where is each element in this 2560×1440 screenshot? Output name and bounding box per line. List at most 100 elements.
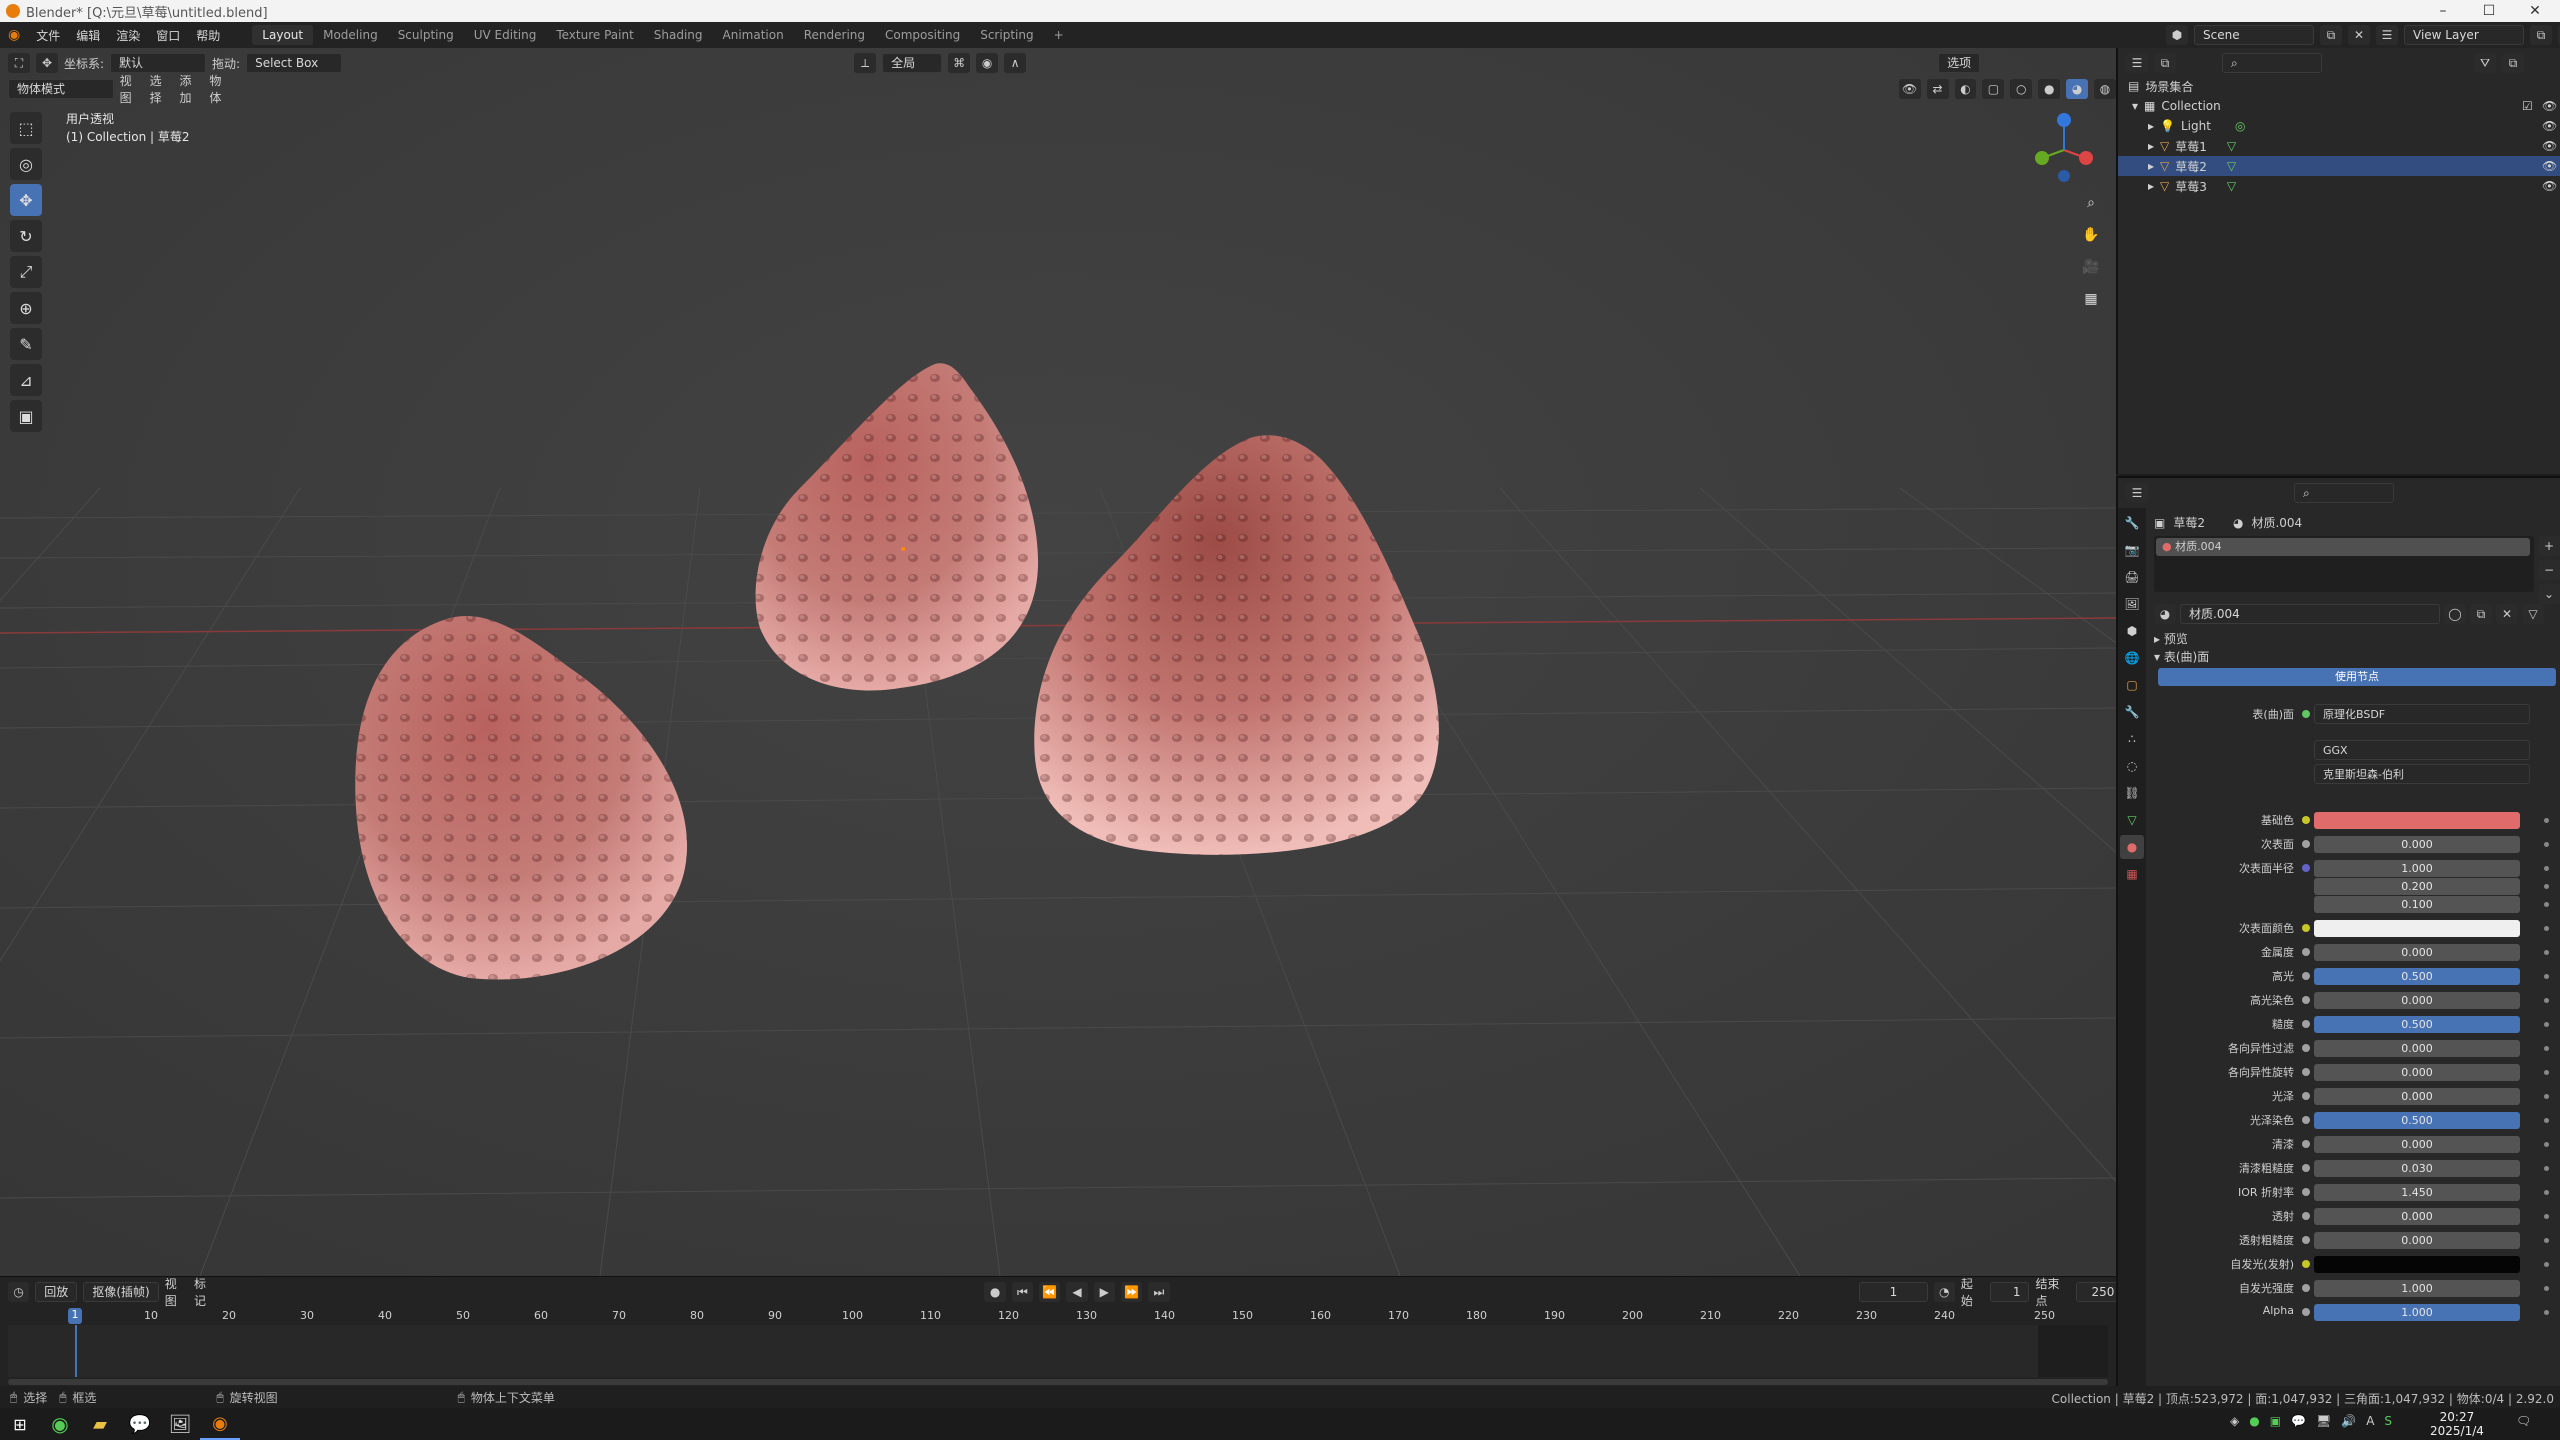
eye-icon[interactable]: 👁 [2542,179,2557,193]
keyframe-dot-icon[interactable] [2544,1046,2549,1051]
windows-start-icon[interactable]: ⊞ [0,1408,40,1440]
pivot-icon[interactable]: ⟂ [854,53,877,73]
fake-user-icon[interactable]: ◯ [2444,604,2466,624]
view-layer-tab-icon[interactable]: 🖼 [2120,592,2144,616]
keyframe-dot-icon[interactable] [2544,842,2549,847]
eye-icon[interactable]: 👁 [2542,119,2557,133]
xray-icon[interactable]: ▢ [1982,79,2005,99]
material-slot-item[interactable]: ● 材质.004 [2156,538,2530,556]
input-socket-icon[interactable] [2302,1308,2310,1316]
tab-sculpting[interactable]: Sculpting [388,25,464,45]
select-box-icon[interactable]: ⬚ [10,112,42,144]
object-tab-icon[interactable]: ▢ [2120,673,2144,697]
keyframe-dot-icon[interactable] [2544,1214,2549,1219]
input-value-field[interactable]: 0.000 [2314,1136,2520,1153]
surface-shader-dropdown[interactable]: 原理化BSDF [2314,704,2530,724]
visibility-icon[interactable]: 👁 [1898,79,1921,99]
view-layer-icon[interactable]: ☰ [2376,25,2398,45]
add-cube-icon[interactable]: ▣ [10,400,42,432]
wireframe-shading-icon[interactable]: ○ [2010,79,2033,99]
tab-uv-editing[interactable]: UV Editing [464,25,547,45]
keyframe-dot-icon[interactable] [2544,902,2549,907]
link-dropdown-icon[interactable]: ▽ [2522,604,2544,624]
input-socket-icon[interactable] [2302,1284,2310,1292]
snap-icon[interactable]: ⌘ [948,53,971,73]
ime-icon[interactable]: A [2366,1414,2374,1428]
keyframe-dot-icon[interactable] [2544,926,2549,931]
editor-type-icon[interactable]: ⛶ [8,53,30,73]
blender-menu-icon[interactable]: ◉ [0,27,28,43]
system-clock[interactable]: 20:27 2025/1/4 [2430,1410,2484,1438]
input-value-field[interactable]: 0.200 [2314,878,2520,895]
input-value-field[interactable]: 0.500 [2314,1112,2520,1129]
move-icon[interactable]: ✥ [10,184,42,216]
tab-texture-paint[interactable]: Texture Paint [546,25,643,45]
jump-end-icon[interactable]: ⏭ [1148,1282,1170,1302]
expand-arrow-icon[interactable]: ▸ [2148,179,2154,193]
add-workspace-button[interactable]: + [1044,25,1074,45]
keyframe-dot-icon[interactable] [2544,1094,2549,1099]
proportional-icon[interactable]: ◉ [976,53,999,73]
input-value-field[interactable]: 1.000 [2314,860,2520,877]
filter-icon[interactable]: ⛛ [2474,53,2496,73]
input-socket-icon[interactable] [2302,1068,2310,1076]
neg-z-axis-icon[interactable] [2058,170,2070,182]
file-explorer-icon[interactable]: ▰ [80,1408,120,1440]
orientation-dropdown[interactable]: 默认 [110,53,207,73]
new-scene-icon[interactable]: ⧉ [2320,25,2342,45]
input-value-field[interactable]: 1.000 [2314,1280,2520,1297]
outliner-editor-icon[interactable]: ☰ [2126,53,2148,73]
remove-slot-icon[interactable]: − [2538,560,2560,580]
texture-tab-icon[interactable]: ▦ [2120,862,2144,886]
menu-help[interactable]: 帮助 [188,27,228,44]
input-socket-icon[interactable] [2302,924,2310,932]
playhead-marker[interactable]: 1 [68,1308,82,1324]
menu-file[interactable]: 文件 [28,27,68,44]
keyframe-dot-icon[interactable] [2544,974,2549,979]
z-axis-icon[interactable] [2057,113,2071,127]
material-slot-list[interactable]: ● 材质.004 [2154,536,2534,592]
menu-render[interactable]: 渲染 [108,27,148,44]
input-value-field[interactable]: 0.000 [2314,836,2520,853]
3d-viewport[interactable]: ⛶ ✥ 坐标系: 默认 拖动: Select Box ⟂ 全局 ⌘ ◉ ∧ 选项… [0,48,2116,1276]
tree-row-strawberry2[interactable]: ▸ ▽ 草莓2 ▽ 👁 [2118,156,2560,176]
input-value-field[interactable]: 1.450 [2314,1184,2520,1201]
expand-arrow-icon[interactable]: ▸ [2148,119,2154,133]
input-value-field[interactable]: 0.000 [2314,1088,2520,1105]
keyframe-dot-icon[interactable] [2544,1262,2549,1267]
input-socket-icon[interactable] [2302,1260,2310,1268]
x-axis-icon[interactable] [2079,151,2093,165]
play-reverse-icon[interactable]: ◀ [1066,1282,1088,1302]
timeline-editor-icon[interactable]: ◷ [8,1282,30,1302]
notifications-icon[interactable]: 🗨 [2516,1414,2531,1428]
timeline-track[interactable]: 1 10 20 30 40 50 60 70 80 90 100 110 120… [8,1307,2108,1377]
falloff-icon[interactable]: ∧ [1004,53,1027,73]
navigation-gizmo[interactable] [2024,110,2104,190]
unlink-material-icon[interactable]: ✕ [2496,604,2518,624]
properties-search-input[interactable]: ⌕ [2294,483,2394,503]
input-socket-icon[interactable] [2302,1044,2310,1052]
input-value-field[interactable]: 0.000 [2314,1040,2520,1057]
ortho-toggle-icon[interactable]: ▦ [2078,286,2104,312]
input-socket-icon[interactable] [2302,1212,2310,1220]
scene-tab-icon[interactable]: ⬢ [2120,619,2144,643]
tab-shading[interactable]: Shading [644,25,713,45]
blender-taskbar-icon[interactable]: ◉ [200,1408,240,1440]
tab-scripting[interactable]: Scripting [970,25,1043,45]
measure-icon[interactable]: ⊿ [10,364,42,396]
input-socket-icon[interactable] [2302,948,2310,956]
expand-arrow-icon[interactable]: ▸ [2148,139,2154,153]
next-key-icon[interactable]: ⏩ [1120,1282,1143,1302]
expand-arrow-icon[interactable]: ▸ [2148,159,2154,173]
start-frame-field[interactable]: 1 [1990,1282,2030,1302]
menu-window[interactable]: 窗口 [148,27,188,44]
input-value-field[interactable]: 1.000 [2314,1304,2520,1321]
close-button[interactable]: ✕ [2512,0,2558,22]
menu-object[interactable]: 物体 [209,72,233,106]
surface-panel-header[interactable]: ▾ 表(曲)面 [2154,648,2209,665]
particles-tab-icon[interactable]: ∴ [2120,727,2144,751]
rotate-icon[interactable]: ↻ [10,220,42,252]
scene-selector[interactable]: Scene [2194,25,2314,45]
scale-icon[interactable]: ⤢ [10,256,42,288]
rendered-shading-icon[interactable]: ◍ [2094,79,2116,99]
